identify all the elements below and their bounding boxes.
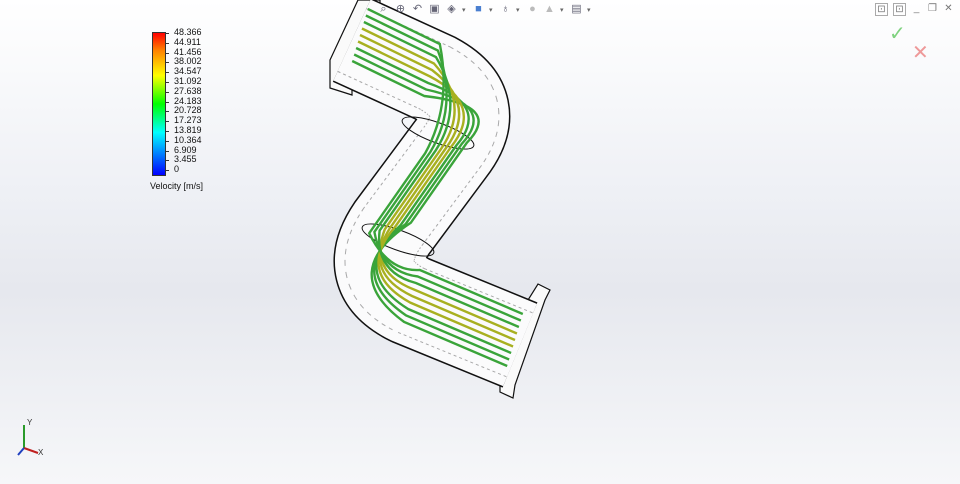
y-label: Y [27, 418, 33, 427]
chevron-down-icon[interactable]: ▾ [516, 6, 522, 14]
cancel-button[interactable]: ✕ [912, 40, 929, 65]
edit-appearance-icon[interactable]: ● [526, 3, 539, 16]
view-toolbar: ⌕ ⊕ ↶ ▣ ◈ ▾ ■ ▾ ♁ ▾ ● ▲ ▾ ▤ ▾ [377, 3, 593, 16]
zoom-to-area-icon[interactable]: ⊕ [394, 3, 407, 16]
zoom-to-fit-icon[interactable]: ⌕ [377, 3, 390, 16]
ok-button[interactable]: ✓ [889, 21, 906, 46]
tile-vertical-icon[interactable]: ⊡ [893, 3, 906, 16]
previous-view-icon[interactable]: ↶ [411, 3, 424, 16]
x-axis-icon [23, 447, 39, 454]
window-controls: ⊡ ⊡ _ ❐ ✕ [875, 3, 954, 16]
chevron-down-icon[interactable]: ▾ [489, 6, 495, 14]
chevron-down-icon[interactable]: ▾ [462, 6, 468, 14]
x-label: X [38, 448, 44, 457]
display-style-icon[interactable]: ■ [472, 3, 485, 16]
pipe-model[interactable] [0, 0, 960, 484]
close-icon[interactable]: ✕ [943, 3, 954, 14]
apply-scene-icon[interactable]: ▲ [543, 3, 556, 16]
restore-icon[interactable]: ❐ [927, 3, 938, 14]
tile-horizontal-icon[interactable]: ⊡ [875, 3, 888, 16]
section-view-icon[interactable]: ▣ [428, 3, 441, 16]
view-orientation-icon[interactable]: ◈ [445, 3, 458, 16]
z-axis-icon [17, 447, 25, 456]
axis-triad: Y X [17, 418, 44, 457]
minimize-icon[interactable]: _ [911, 3, 922, 14]
chevron-down-icon[interactable]: ▾ [560, 6, 566, 14]
chevron-down-icon[interactable]: ▾ [587, 6, 593, 14]
view-settings-icon[interactable]: ▤ [570, 3, 583, 16]
hide-show-items-icon[interactable]: ♁ [499, 3, 512, 16]
